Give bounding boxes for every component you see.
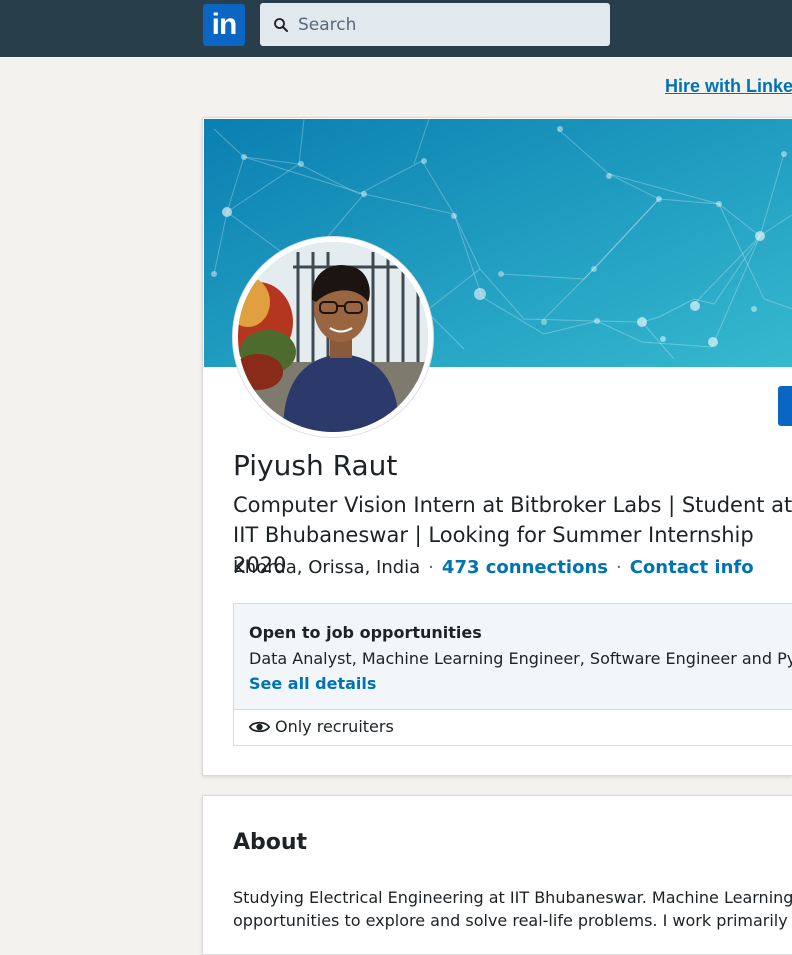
connect-button[interactable] [778,386,792,426]
about-card: About Studying Electrical Engineering at… [202,795,792,955]
profile-location: Khorda, Orissa, India [233,557,421,578]
linkedin-logo[interactable]: in [203,4,245,46]
visibility-label: Only recruiters [275,717,394,736]
search-box[interactable] [260,3,610,46]
about-line: opportunities to explore and solve real-… [233,911,792,930]
open-to-work-summary: Open to job opportunities Data Analyst, … [234,604,792,710]
eye-icon [249,721,270,732]
meta-separator: · [428,557,434,578]
about-summary: Studying Electrical Engineering at IIT B… [233,886,792,932]
hire-with-linkedin-link[interactable]: Hire with Linke [665,76,792,97]
search-input[interactable] [298,14,588,35]
contact-info-link[interactable]: Contact info [630,557,754,578]
see-all-details-link[interactable]: See all details [249,674,376,693]
open-to-work-box: Open to job opportunities Data Analyst, … [233,603,792,746]
about-line: Studying Electrical Engineering at IIT B… [233,888,792,907]
profile-name: Piyush Raut [233,449,398,482]
search-icon [274,17,288,32]
open-to-work-title: Open to job opportunities [249,623,482,642]
meta-separator: · [615,557,622,578]
profile-photo[interactable] [233,237,433,437]
open-to-work-visibility: Only recruiters [249,717,394,736]
profile-meta-row: Khorda, Orissa, India · 473 connections · Co… [233,557,754,578]
connections-link[interactable]: 473 connections [442,557,608,578]
profile-top-card: Piyush Raut Computer Vision Intern at Bi… [202,117,792,776]
about-title: About [233,830,308,855]
open-to-work-roles: Data Analyst, Machine Learning Engineer,… [249,649,792,668]
top-nav-bar: in [0,0,792,57]
